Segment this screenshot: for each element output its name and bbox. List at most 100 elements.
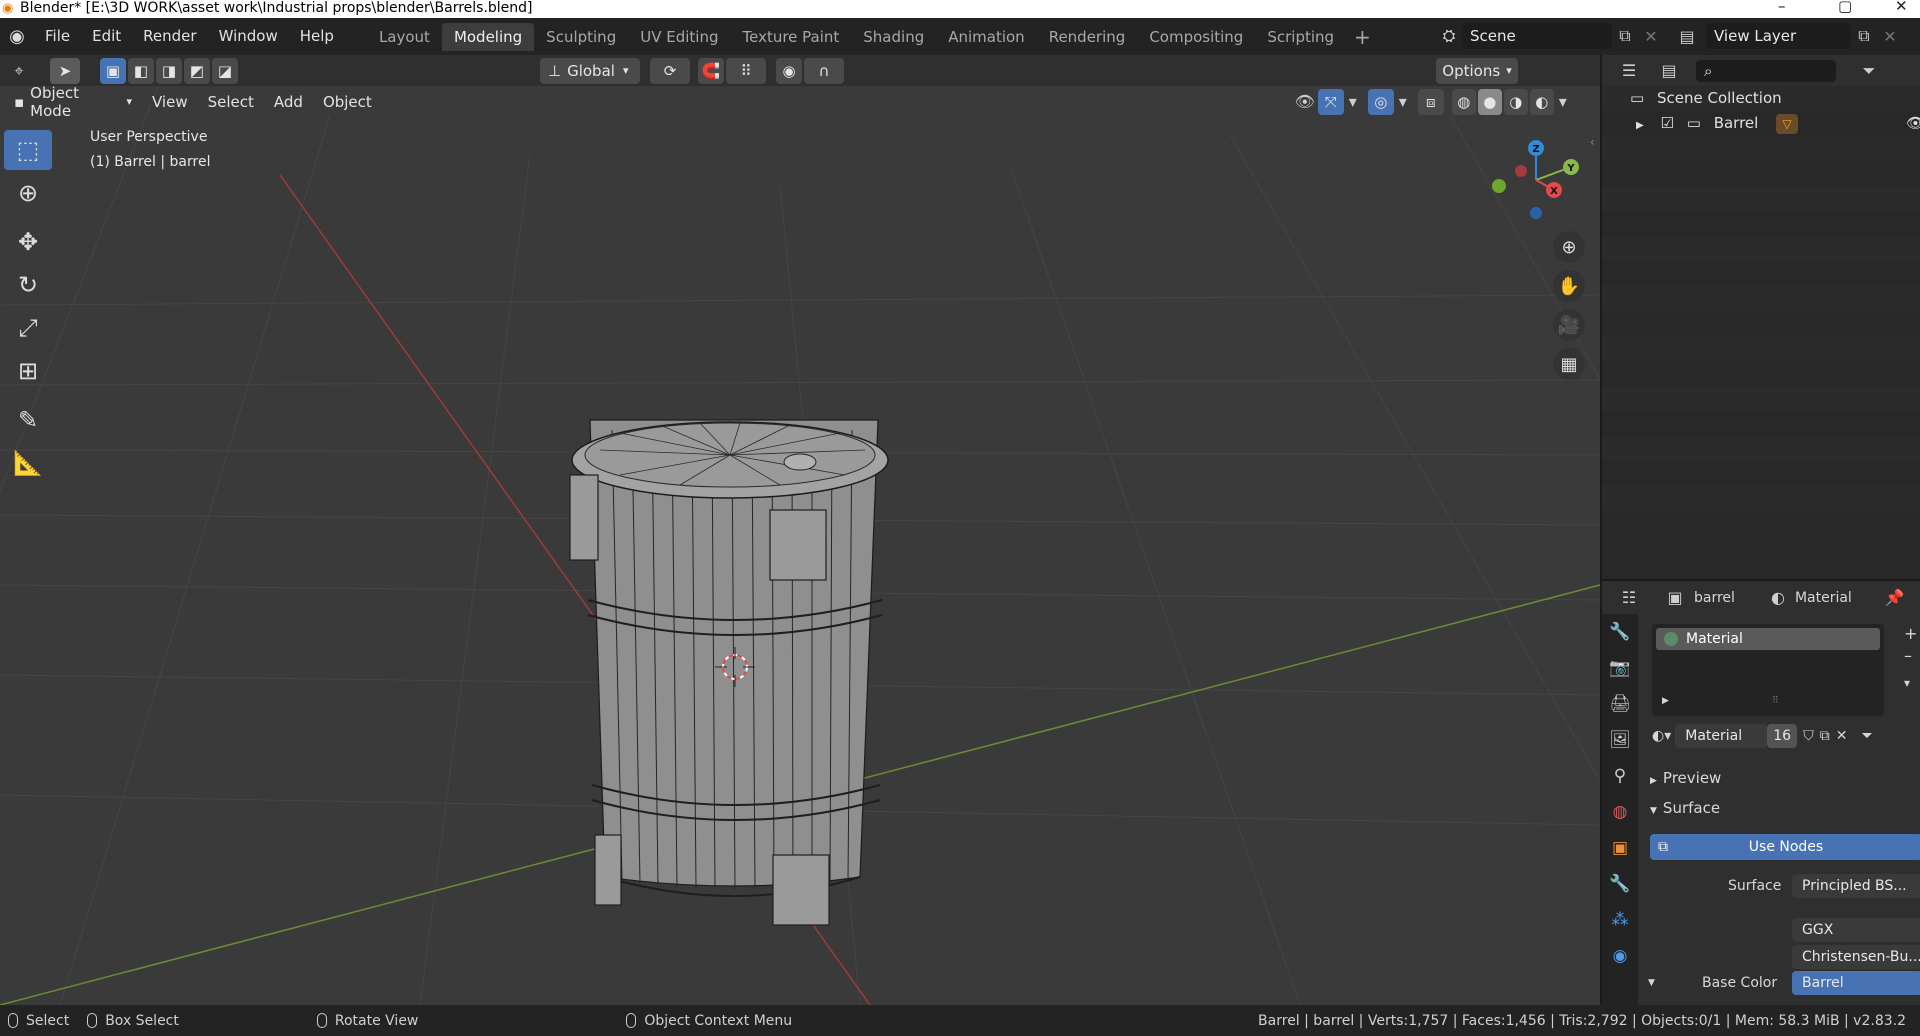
navigation-gizmo[interactable]: Z Y X (1480, 130, 1600, 230)
slot-specials-icon[interactable]: ▾ (1904, 676, 1910, 690)
chevron-down-icon[interactable]: ▾ (1556, 89, 1570, 115)
editor-type-icon[interactable]: ⌖ (6, 58, 32, 84)
collapse-arrow-icon[interactable]: ▼ (1648, 978, 1655, 988)
scene-collection-row[interactable]: ▭ Scene Collection (1602, 86, 1920, 111)
measure-tool-icon[interactable]: 📐 (4, 443, 52, 483)
visibility-icon[interactable]: 👁 (1292, 89, 1318, 115)
pin-icon[interactable]: 📌 (1882, 585, 1908, 611)
material-slot-list[interactable]: Material ▶ ⠿ (1652, 624, 1884, 716)
solid-shading-icon[interactable]: ● (1477, 88, 1502, 115)
falloff-icon[interactable]: ∩ (804, 57, 844, 84)
scene-icon[interactable]: ⛭ (1436, 23, 1462, 49)
cursor-tool-icon[interactable]: ⊕ (4, 173, 52, 213)
select-subtract-icon[interactable]: ◨ (156, 57, 182, 84)
tab-animation[interactable]: Animation (936, 23, 1036, 51)
scene-name-field[interactable]: Scene (1462, 23, 1612, 49)
browse-filter-icon[interactable]: ⏷ (1861, 728, 1872, 744)
select-new-icon[interactable]: ▣ (100, 57, 126, 84)
view-layer-tab-icon[interactable]: 🖼 (1602, 722, 1638, 758)
unlink-icon[interactable]: ✕ (1836, 728, 1848, 744)
resize-handle-icon[interactable]: ⠿ (1772, 696, 1779, 706)
tab-layout[interactable]: Layout (367, 23, 442, 51)
tab-shading[interactable]: Shading (851, 23, 936, 51)
scale-tool-icon[interactable]: ⤢ (4, 308, 52, 348)
ortho-toggle-icon[interactable]: ▦ (1553, 348, 1585, 380)
menu-render[interactable]: Render (132, 18, 207, 55)
view-layer-field[interactable]: View Layer (1706, 23, 1851, 49)
pivot-point-icon[interactable]: ⟳ (650, 57, 690, 84)
menu-select[interactable]: Select (198, 93, 264, 111)
menu-window[interactable]: Window (208, 18, 289, 55)
select-intersect-icon[interactable]: ◪ (212, 57, 238, 84)
surface-shader-field[interactable]: Principled BS... (1792, 874, 1920, 898)
mesh-object-icon[interactable]: ▽ (1776, 114, 1798, 134)
neg-x-axis-icon[interactable] (1515, 165, 1527, 177)
chevron-down-icon[interactable]: ▾ (1396, 89, 1410, 115)
object-tab-icon[interactable]: ▣ (1602, 830, 1638, 866)
blender-menu-icon[interactable]: ◉ (0, 18, 34, 55)
material-shading-icon[interactable]: ◑ (1503, 88, 1528, 115)
modifier-tab-icon[interactable]: 🔧 (1602, 866, 1638, 902)
overlay-toggle-icon[interactable]: ◎ (1367, 88, 1394, 115)
transform-orientation-dropdown[interactable]: ⊥ Global ▾ (540, 57, 640, 84)
display-mode-icon[interactable]: ▤ (1656, 58, 1682, 84)
menu-add[interactable]: Add (264, 93, 313, 111)
user-count-badge[interactable]: 16 (1767, 724, 1798, 748)
view-layer-icon[interactable]: ▤ (1674, 23, 1700, 49)
tab-rendering[interactable]: Rendering (1037, 23, 1138, 51)
3d-viewport[interactable]: ⌖ ➤ ▣ ◧ ◨ ◩ ◪ ⊥ Global ▾ ⟳ 🧲 ⠿ ◉ ∩ Optio… (0, 55, 1600, 1005)
filter-icon[interactable]: ⏷ (1856, 58, 1882, 84)
subsurface-method-dropdown[interactable]: Christensen-Bu... (1792, 945, 1920, 969)
active-tool-icon[interactable]: ➤ (50, 57, 80, 84)
tab-scripting[interactable]: Scripting (1255, 23, 1346, 51)
barrel-model[interactable] (569, 419, 889, 926)
properties-editor-icon[interactable]: ☷ (1616, 585, 1642, 611)
tool-tab-icon[interactable]: 🔧 (1602, 614, 1638, 650)
move-tool-icon[interactable]: ✥ (4, 222, 52, 262)
base-color-field[interactable]: Barrel (1792, 971, 1920, 995)
select-extend-icon[interactable]: ◧ (128, 57, 154, 84)
outliner-editor-icon[interactable]: ☰ (1616, 58, 1642, 84)
material-browse-icon[interactable]: ◐▾ (1652, 728, 1671, 744)
zoom-icon[interactable]: ⊕ (1553, 231, 1585, 263)
close-icon[interactable]: ✕ (1895, 0, 1908, 14)
gizmo-toggle-icon[interactable]: ⤧ (1317, 88, 1344, 115)
transform-tool-icon[interactable]: ⊞ (4, 351, 52, 391)
rotate-tool-icon[interactable]: ↻ (4, 265, 52, 305)
duplicate-material-icon[interactable]: ⧉ (1820, 728, 1830, 744)
snap-element-icon[interactable]: ⠿ (726, 57, 766, 84)
tab-compositing[interactable]: Compositing (1137, 23, 1255, 51)
select-invert-icon[interactable]: ◩ (184, 57, 210, 84)
options-dropdown[interactable]: Options ▾ (1436, 57, 1518, 84)
mode-dropdown[interactable]: ▪ Object Mode ▾ (6, 84, 140, 120)
rendered-shading-icon[interactable]: ◐ (1529, 88, 1554, 115)
output-tab-icon[interactable]: 🖨 (1602, 686, 1638, 722)
proportional-edit-icon[interactable]: ◉ (776, 57, 802, 84)
snap-toggle-icon[interactable]: 🧲 (698, 57, 724, 84)
neg-y-axis-icon[interactable] (1492, 179, 1506, 193)
tab-modeling[interactable]: Modeling (441, 22, 535, 51)
checkbox-icon[interactable]: ☑ (1660, 114, 1673, 132)
add-slot-icon[interactable]: + (1904, 624, 1917, 643)
remove-slot-icon[interactable]: – (1904, 646, 1912, 665)
menu-view[interactable]: View (142, 93, 198, 111)
menu-edit[interactable]: Edit (81, 18, 132, 55)
particles-tab-icon[interactable]: ⁂ (1602, 902, 1638, 938)
neg-z-axis-icon[interactable] (1530, 207, 1542, 219)
eye-icon[interactable]: 👁 (1906, 111, 1920, 136)
preview-panel-header[interactable]: ▶ Preview (1650, 769, 1721, 787)
wireframe-shading-icon[interactable]: ◍ (1451, 88, 1476, 115)
material-name-field[interactable]: Material (1675, 724, 1768, 748)
remove-view-layer-icon[interactable]: ✕ (1877, 23, 1903, 49)
menu-help[interactable]: Help (289, 18, 345, 55)
select-box-tool-icon[interactable]: ⬚ (4, 130, 52, 170)
sidebar-toggle-icon[interactable]: ‹ (1590, 135, 1595, 149)
distribution-dropdown[interactable]: GGX (1792, 918, 1920, 942)
new-scene-icon[interactable]: ⧉ (1612, 23, 1638, 49)
remove-scene-icon[interactable]: ✕ (1638, 23, 1664, 49)
menu-object[interactable]: Object (313, 93, 382, 111)
physics-tab-icon[interactable]: ◉ (1602, 938, 1638, 974)
minimize-icon[interactable]: – (1778, 0, 1786, 14)
camera-view-icon[interactable]: 🎥 (1553, 309, 1585, 341)
menu-file[interactable]: File (34, 18, 81, 55)
